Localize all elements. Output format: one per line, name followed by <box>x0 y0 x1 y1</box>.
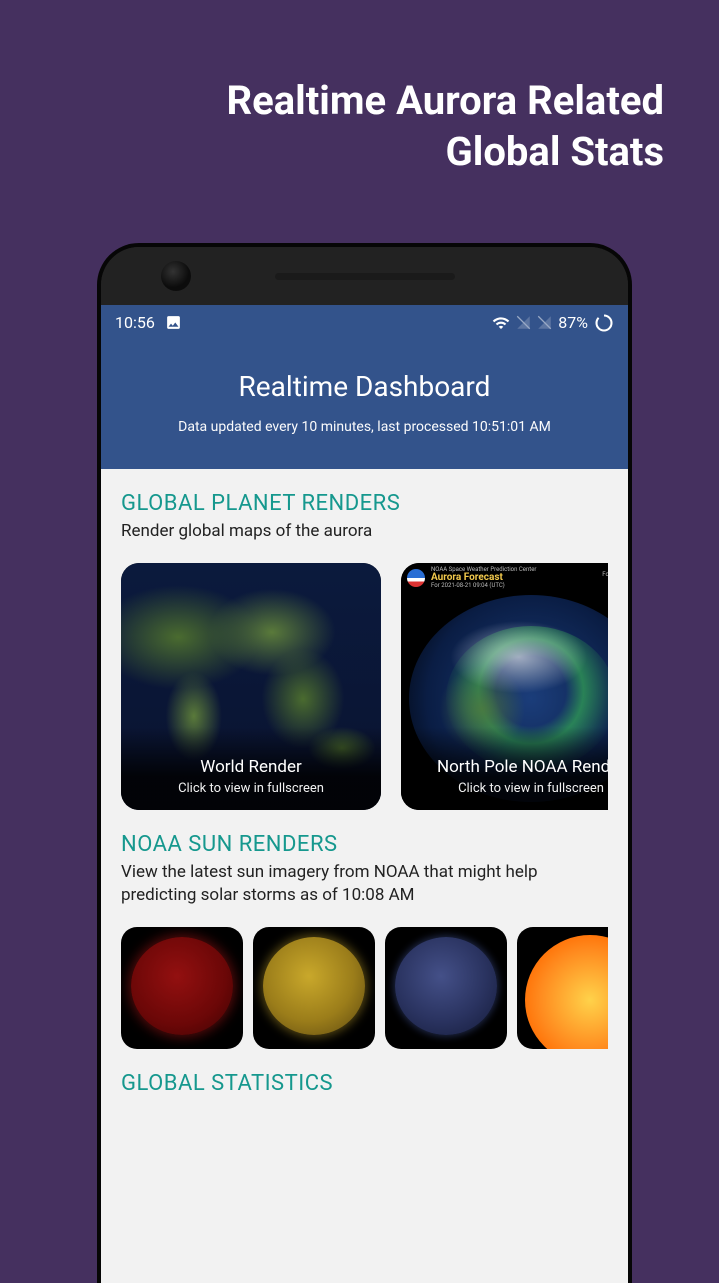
sun-render-card[interactable] <box>253 927 375 1049</box>
section-planet-renders: GLOBAL PLANET RENDERS Render global maps… <box>101 469 628 810</box>
status-time: 10:56 <box>115 313 155 332</box>
card-title: North Pole NOAA Render <box>409 757 608 777</box>
speaker-grill <box>275 273 455 280</box>
section-global-statistics: GLOBAL STATISTICS <box>101 1049 628 1096</box>
wifi-icon <box>492 314 510 332</box>
card-subtitle: Click to view in fullscreen <box>409 781 608 796</box>
promo-title: Realtime Aurora Related Global Stats <box>0 0 719 177</box>
page-title: Realtime Dashboard <box>113 370 616 403</box>
sun-render-card[interactable] <box>385 927 507 1049</box>
content-area: GLOBAL PLANET RENDERS Render global maps… <box>101 469 628 1096</box>
sun-red-image <box>131 937 233 1035</box>
section-title: GLOBAL STATISTICS <box>121 1071 608 1096</box>
sim-off-icon <box>516 315 531 330</box>
section-title: NOAA SUN RENDERS <box>121 832 608 857</box>
sun-render-card[interactable] <box>121 927 243 1049</box>
phone-frame: 10:56 87% Realtime Dashboard Data update… <box>97 243 632 1283</box>
sun-yellow-image <box>263 937 365 1035</box>
battery-ring-icon <box>594 313 614 333</box>
aurora-hpi-label: HPI: 12.1 GW (Ra <box>602 578 608 584</box>
north-pole-render-card[interactable]: NOAA Space Weather Prediction Center Aur… <box>401 563 608 810</box>
header-subtitle: Data updated every 10 minutes, last proc… <box>113 419 616 435</box>
status-bar: 10:56 87% <box>101 305 628 340</box>
sun-orange-image <box>525 935 608 1049</box>
sun-card-row[interactable] <box>121 927 608 1049</box>
sim-off-icon-2 <box>537 315 552 330</box>
noaa-logo-icon <box>407 569 425 587</box>
card-overlay: North Pole NOAA Render Click to view in … <box>401 727 608 810</box>
card-title: World Render <box>129 757 373 777</box>
sun-blue-image <box>395 937 497 1035</box>
sun-render-card[interactable] <box>517 927 608 1049</box>
planet-card-row[interactable]: World Render Click to view in fullscreen… <box>121 563 608 810</box>
card-subtitle: Click to view in fullscreen <box>129 781 373 796</box>
world-render-card[interactable]: World Render Click to view in fullscreen <box>121 563 381 810</box>
app-header: Realtime Dashboard Data updated every 10… <box>101 340 628 469</box>
section-sun-renders: NOAA SUN RENDERS View the latest sun ima… <box>101 810 628 1049</box>
aurora-timestamp: For 2021-08-21 09:04 (UTC) <box>431 583 536 589</box>
section-title: GLOBAL PLANET RENDERS <box>121 491 608 516</box>
phone-screen: 10:56 87% Realtime Dashboard Data update… <box>101 305 628 1283</box>
promo-line-1: Realtime Aurora Related <box>227 77 664 124</box>
camera-icon <box>161 261 191 291</box>
image-icon <box>165 314 182 331</box>
aurora-card-header: NOAA Space Weather Prediction Center Aur… <box>401 563 608 593</box>
battery-percent: 87% <box>558 313 588 332</box>
section-description: View the latest sun imagery from NOAA th… <box>121 861 608 907</box>
phone-bezel <box>101 247 628 305</box>
card-overlay: World Render Click to view in fullscreen <box>121 727 381 810</box>
promo-line-2: Global Stats <box>445 128 664 175</box>
section-description: Render global maps of the aurora <box>121 520 608 543</box>
